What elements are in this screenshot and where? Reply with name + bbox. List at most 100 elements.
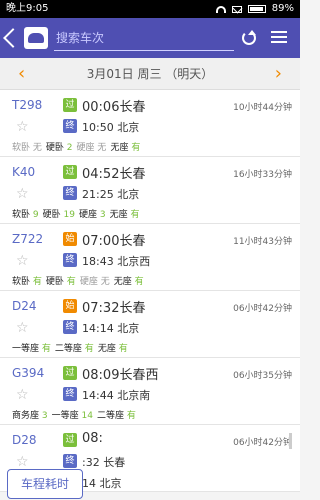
arrival-type-badge: 终	[63, 320, 77, 334]
train-list: T298 ☆ 过终 00:06长春 10:50 北京 10小时44分钟 软卧 无硬卧 2 硬座…	[0, 90, 300, 492]
arrival-station: 北京	[117, 322, 140, 335]
seat-type: 二等座 有	[97, 411, 136, 421]
seat-type: 软卧 9	[12, 210, 39, 220]
seat-count: 有	[66, 277, 76, 287]
star-icon[interactable]: ☆	[16, 253, 29, 269]
seat-count: 有	[32, 277, 42, 287]
departure-time: 08:	[82, 431, 103, 446]
seat-type: 一等座 14	[52, 411, 93, 421]
seat-count: 有	[134, 277, 144, 287]
travel-time-button[interactable]: 车程耗时	[7, 469, 83, 499]
train-code: T298	[12, 98, 43, 112]
arrival-type-badge: 终	[63, 186, 77, 200]
seat-label: 二等座	[54, 344, 82, 354]
filter-button[interactable]	[264, 23, 294, 53]
seat-label: 无座	[109, 210, 128, 220]
date-label: 3月01日 周三 （明天）	[86, 67, 214, 81]
star-icon[interactable]: ☆	[16, 387, 29, 403]
seat-label: 无座	[113, 277, 132, 287]
back-icon[interactable]	[3, 28, 23, 48]
departure-station: 长春	[119, 301, 146, 316]
seat-type: 二等座 有	[55, 344, 94, 354]
seat-label: 硬卧	[42, 210, 61, 220]
seat-type: 商务座 3	[12, 411, 48, 421]
star-icon[interactable]: ☆	[16, 119, 29, 135]
seat-label: 硬卧	[45, 143, 64, 153]
status-time: 晚上9:05	[6, 3, 49, 14]
seat-count: 有	[118, 344, 128, 354]
top-bar	[0, 18, 300, 58]
arrival-info: 14:14 北京	[82, 320, 139, 336]
arrival-station: 北京南	[117, 389, 151, 402]
seat-label: 一等座	[51, 411, 79, 421]
seat-count: 有	[41, 344, 51, 354]
seat-type: 无座 有	[110, 143, 140, 153]
train-icon	[28, 33, 44, 43]
status-bar: 晚上9:05 89%	[0, 0, 300, 18]
arrival-type-badge: 终	[63, 387, 77, 401]
prev-date-icon[interactable]: ‹	[18, 64, 25, 83]
seat-label: 一等座	[12, 344, 40, 354]
arrival-info: 14:44 北京南	[82, 387, 150, 403]
seat-count: 无	[97, 143, 107, 153]
seat-type: 硬座 无	[77, 143, 107, 153]
departure-info: 07:00长春	[82, 230, 145, 249]
seat-type: 无座 有	[98, 344, 128, 354]
wifi-icon	[215, 5, 226, 13]
departure-info: 07:32长春	[82, 297, 145, 316]
seat-availability: 软卧 9 硬卧 19 硬座 3 无座 有	[12, 207, 144, 220]
departure-info: 08:09长春西	[82, 364, 158, 383]
arrival-info: 10:50 北京	[82, 119, 139, 135]
seat-count: 19	[63, 210, 75, 220]
arrival-station: 北京	[117, 188, 140, 201]
seat-label: 硬卧	[45, 277, 64, 287]
seat-type: 一等座 有	[12, 344, 51, 354]
seat-label: 软卧	[12, 210, 31, 220]
seat-label: 硬座	[78, 210, 97, 220]
departure-station: 长春	[119, 234, 146, 249]
search-input[interactable]	[54, 29, 234, 46]
seat-label: 软卧	[12, 143, 31, 153]
seat-count: 14	[81, 411, 93, 421]
departure-station: 长春	[119, 167, 146, 182]
seat-label: 硬座	[79, 277, 98, 287]
refresh-button[interactable]	[234, 23, 264, 53]
train-row[interactable]: G394 ☆ 过终 08:09长春西 14:44 北京南 06小时35分钟 商务座 3 一等座…	[0, 358, 300, 425]
train-row[interactable]: T298 ☆ 过终 00:06长春 10:50 北京 10小时44分钟 软卧 无硬卧 2 硬座…	[0, 90, 300, 157]
status-icons: 89%	[215, 0, 294, 18]
seat-type: 软卧 无	[12, 143, 42, 153]
seat-count: 无	[100, 277, 110, 287]
battery-percent: 89%	[271, 3, 294, 14]
train-row[interactable]: D24 ☆ 始终 07:32长春 14:14 北京 06小时42分钟 一等座 有二等座 有无…	[0, 291, 300, 358]
departure-time: 07:32	[82, 301, 120, 316]
star-icon[interactable]: ☆	[16, 454, 29, 470]
seat-count: 有	[126, 411, 136, 421]
arrival-time: 10:50	[82, 121, 114, 134]
arrival-extra: 14 北京	[82, 477, 122, 490]
seat-count: 9	[32, 210, 39, 220]
arrival-type-badge: 终	[63, 454, 77, 468]
arrival-time: 14:14	[82, 322, 114, 335]
departure-time: 08:09	[82, 368, 120, 383]
seat-count: 3	[41, 411, 48, 421]
search-field[interactable]	[54, 26, 234, 51]
seat-count: 2	[66, 143, 73, 153]
seat-count: 有	[131, 143, 141, 153]
duration: 06小时42分钟	[233, 304, 292, 314]
departure-type-badge: 过	[63, 98, 77, 112]
duration: 16小时33分钟	[233, 170, 292, 180]
filter-icon	[271, 31, 287, 45]
star-icon[interactable]: ☆	[16, 320, 29, 336]
departure-type-badge: 过	[63, 165, 77, 179]
departure-type-badge: 过	[63, 433, 77, 447]
departure-type-badge: 始	[63, 232, 77, 246]
next-date-icon[interactable]: ›	[275, 64, 282, 83]
arrival-time: 14:44	[82, 389, 114, 402]
seat-availability: 软卧 有硬卧 有硬座 无无座 有	[12, 274, 148, 287]
arrival-info: :32 长春	[82, 454, 125, 470]
train-row[interactable]: Z722 ☆ 始终 07:00长春 18:43 北京西 11小时43分钟 软卧 有硬卧 有硬…	[0, 224, 300, 291]
arrival-type-badge: 终	[63, 119, 77, 133]
train-code: G394	[12, 366, 45, 380]
train-row[interactable]: K40 ☆ 过终 04:52长春 21:25 北京 16小时33分钟 软卧 9 硬卧 19 硬座…	[0, 157, 300, 224]
star-icon[interactable]: ☆	[16, 186, 29, 202]
